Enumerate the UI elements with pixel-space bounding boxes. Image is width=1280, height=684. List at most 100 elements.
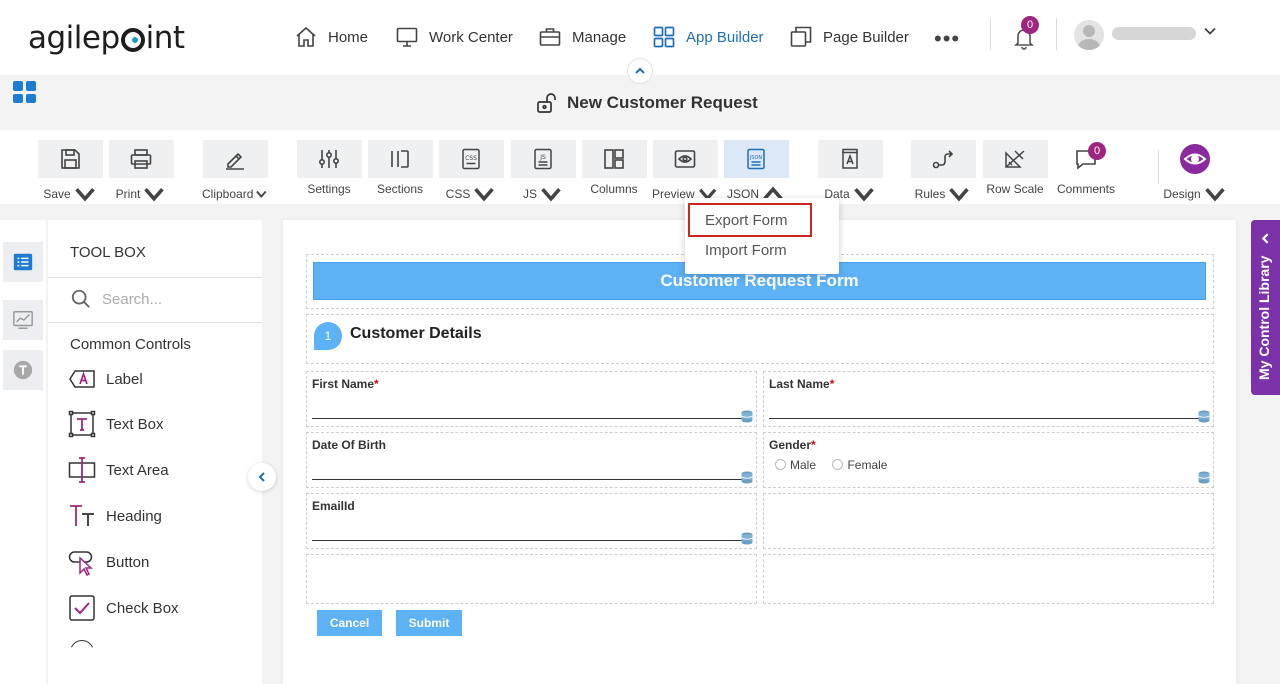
chevron-down-icon[interactable] [1203, 24, 1217, 38]
nav-work-center[interactable]: Work Center [395, 24, 513, 50]
json-button[interactable]: JSON JSON [723, 140, 789, 206]
last-name-input[interactable] [769, 418, 1199, 419]
nav-manage-label: Manage [572, 28, 627, 46]
rules-button[interactable]: Rules [910, 140, 976, 206]
data-button[interactable]: Data [817, 140, 883, 206]
collapse-toolbox-button[interactable] [248, 463, 276, 491]
nav-manage[interactable]: Manage [538, 24, 626, 50]
toolbox-panel: TOOL BOX Common Controls Label Text Box … [48, 220, 262, 684]
gender-label: Gender* [769, 438, 816, 452]
css-label: CSS [445, 187, 471, 201]
chevron-up-icon [635, 67, 645, 74]
common-controls-heading: Common Controls [70, 336, 191, 353]
export-form-menu-item[interactable]: Export Form [705, 212, 788, 229]
control-button[interactable]: Button [68, 548, 149, 576]
nav-divider [1056, 18, 1057, 50]
database-icon[interactable] [741, 410, 753, 423]
gender-female-radio[interactable]: Female [832, 458, 887, 472]
toolbox-tab[interactable] [3, 242, 43, 282]
design-button[interactable]: Design [1162, 140, 1228, 206]
chevron-down-icon [474, 188, 495, 202]
dob-label: Date Of Birth [312, 438, 387, 452]
nav-page-builder[interactable]: Page Builder [789, 24, 909, 50]
chevron-left-icon [1261, 233, 1269, 244]
rules-label: Rules [914, 187, 946, 201]
control-heading[interactable]: Heading [68, 502, 162, 530]
chevron-down-icon [541, 188, 561, 202]
sections-button[interactable]: Sections [367, 140, 433, 196]
row-scale-label: Row Scale [986, 182, 1044, 196]
control-check-box[interactable]: Check Box [68, 594, 179, 622]
username-blurred[interactable] [1112, 27, 1196, 40]
unlock-icon[interactable] [535, 91, 559, 115]
columns-label: Columns [590, 182, 638, 196]
design-label: Design [1163, 187, 1201, 201]
section-step-badge: 1 [314, 322, 342, 350]
toolbox-search-input[interactable] [102, 287, 252, 311]
css-file-icon: CSS [462, 148, 480, 170]
my-control-library-tab[interactable]: My Control Library [1251, 220, 1280, 395]
heading-icon [70, 505, 94, 526]
email-input[interactable] [312, 540, 742, 541]
theme-t-icon [13, 360, 33, 380]
submit-button[interactable]: Submit [396, 610, 462, 636]
json-dropdown-menu: Export Form Import Form [685, 198, 839, 274]
user-avatar[interactable] [1074, 20, 1104, 50]
control-label[interactable]: Label [68, 365, 143, 393]
nav-home[interactable]: Home [294, 24, 368, 50]
clipboard-label: Clipboard [202, 187, 254, 201]
css-button[interactable]: CSS CSS [438, 140, 504, 206]
empty-cell[interactable] [763, 493, 1214, 549]
settings-button[interactable]: Settings [296, 140, 362, 196]
nav-divider [990, 18, 991, 50]
form-canvas: Customer Request Form 1 Customer Details… [283, 220, 1236, 684]
cancel-button[interactable]: Cancel [317, 610, 382, 636]
import-form-menu-item[interactable]: Import Form [705, 242, 787, 259]
page-title-bar: New Customer Request [535, 91, 758, 115]
analytics-tab[interactable] [3, 300, 43, 340]
gender-radio-group: Male Female [775, 457, 899, 475]
preview-button[interactable]: Preview [652, 140, 718, 206]
control-text-box[interactable]: Text Box [68, 410, 164, 438]
row-scale-button[interactable]: Row Scale [982, 140, 1048, 196]
section-title: Customer Details [350, 325, 482, 342]
text-area-icon [68, 457, 96, 483]
control-text-area-text: Text Area [106, 461, 169, 479]
control-text-area[interactable]: Text Area [68, 456, 169, 484]
empty-cell[interactable] [763, 554, 1214, 604]
first-name-input[interactable] [312, 418, 742, 419]
database-icon[interactable] [1198, 471, 1210, 484]
theme-tab[interactable] [3, 350, 43, 390]
chevron-down-icon [949, 188, 970, 202]
pencil-icon [226, 152, 244, 170]
apps-grid-icon[interactable] [13, 81, 37, 103]
save-button[interactable]: Save [37, 140, 103, 206]
chevron-down-icon [74, 188, 95, 202]
agilepoint-logo[interactable]: agilep int [28, 20, 185, 56]
database-icon[interactable] [741, 471, 753, 484]
more-menu-icon[interactable]: ••• [934, 26, 960, 52]
js-label: JS [522, 187, 537, 201]
empty-cell[interactable] [306, 554, 757, 604]
print-button[interactable]: Print [108, 140, 174, 206]
logo-text-end: int [145, 20, 185, 56]
email-label: EmailId [312, 499, 355, 513]
comments-button[interactable]: Comments [1053, 140, 1119, 196]
button-cursor-icon [68, 551, 93, 576]
collapse-header-button[interactable] [627, 58, 653, 84]
database-icon[interactable] [1198, 410, 1210, 423]
clipboard-button[interactable]: Clipboard [202, 140, 268, 206]
database-icon[interactable] [741, 532, 753, 545]
comments-label: Comments [1056, 182, 1115, 196]
comments-badge: 0 [1088, 142, 1106, 160]
next-control-icon-partial [70, 640, 94, 648]
nav-app-builder[interactable]: App Builder [652, 24, 764, 50]
js-button[interactable]: JS JS [510, 140, 576, 206]
columns-button[interactable]: Columns [581, 140, 647, 196]
save-label: Save [43, 187, 71, 201]
js-file-icon: JS [534, 148, 552, 170]
first-name-label: First Name* [312, 377, 379, 391]
gender-male-radio[interactable]: Male [775, 458, 816, 472]
chevron-down-icon [1204, 188, 1225, 202]
dob-input[interactable] [312, 479, 742, 480]
